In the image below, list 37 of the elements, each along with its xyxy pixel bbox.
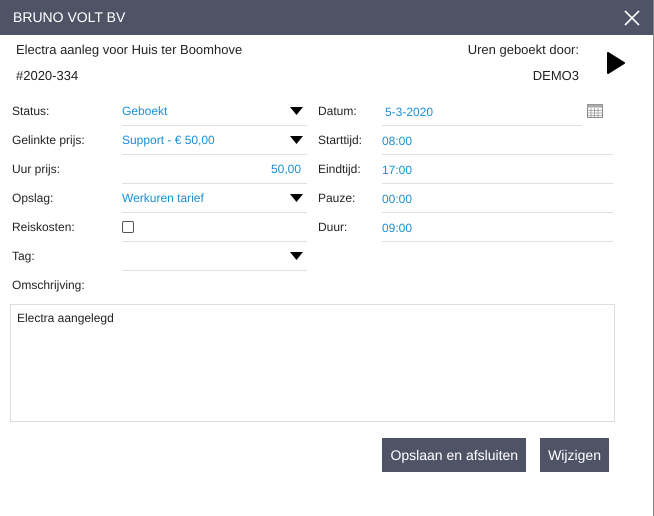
caret-icon [290, 194, 303, 202]
field-label: Uur prijs: [12, 161, 62, 178]
project-number: #2020-334 [16, 66, 80, 84]
field-label: Reiskosten: [12, 219, 76, 236]
caret-icon [290, 252, 303, 260]
caret-icon [290, 136, 303, 144]
time-field[interactable]: 00:00 [382, 186, 613, 213]
booked-by-label: Uren geboekt door: [468, 41, 579, 59]
field-label: Pauze: [318, 190, 356, 207]
checkbox[interactable] [122, 221, 134, 233]
field-label: Status: [12, 103, 50, 120]
field-label: Omschrijving: [12, 277, 86, 294]
calendar-icon[interactable] [587, 104, 603, 118]
action-button[interactable]: Wijzigen [540, 438, 609, 472]
date-field[interactable]: 5-3-2020 [382, 99, 582, 126]
input-field[interactable]: 50,00 [122, 155, 307, 184]
project-title: Electra aanleg voor Huis ter Boomhove [16, 41, 242, 59]
field-label: Tag: [12, 248, 36, 265]
field-label: Datum: [318, 103, 358, 120]
field-label: Starttijd: [318, 132, 364, 149]
field-label: Duur: [318, 219, 348, 236]
window-title: BRUNO VOLT BV [13, 8, 126, 27]
caret-icon [290, 107, 303, 115]
field-label: Gelinkte prijs: [12, 132, 86, 149]
action-button[interactable]: Opslaan en afsluiten [382, 438, 526, 472]
field-label: Opslag: [12, 190, 54, 207]
field-label: Eindtijd: [318, 161, 362, 178]
play-icon[interactable] [607, 52, 625, 74]
time-field[interactable]: 08:00 [382, 128, 613, 155]
select-field[interactable]: Werkuren tarief [122, 184, 307, 213]
select-field[interactable]: Geboekt [122, 97, 307, 126]
select-field[interactable]: Support - € 50,00 [122, 126, 307, 155]
time-field[interactable]: 09:00 [382, 215, 613, 242]
booked-by-user: DEMO3 [532, 66, 579, 84]
close-icon[interactable] [624, 10, 640, 26]
time-field[interactable]: 17:00 [382, 157, 613, 184]
description-field[interactable]: Electra aangelegd [10, 304, 615, 422]
